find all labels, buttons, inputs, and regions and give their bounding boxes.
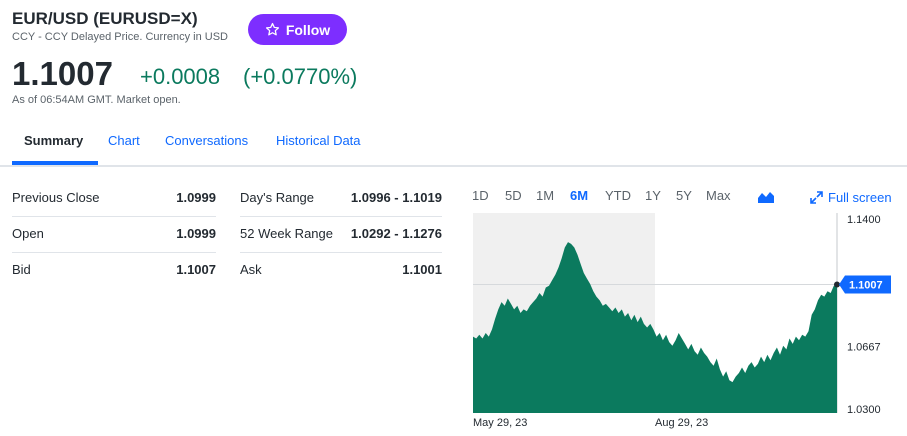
- stat-label: Open: [12, 226, 44, 241]
- current-price-tag-label: 1.1007: [849, 279, 883, 291]
- stat-value: 1.1007: [176, 262, 216, 277]
- full-screen-label: Full screen: [828, 190, 892, 205]
- tab-summary[interactable]: Summary: [24, 133, 83, 148]
- expand-icon: [810, 191, 823, 204]
- star-outline-icon: [265, 22, 279, 36]
- y-tick-label: 1.1400: [847, 214, 881, 226]
- range-1m[interactable]: 1M: [536, 188, 554, 203]
- x-tick-label: May 29, 23: [473, 417, 527, 429]
- stat-label: Day's Range: [240, 190, 315, 205]
- stat-value: 1.0292 - 1.1276: [350, 226, 442, 241]
- follow-button-label: Follow: [285, 21, 331, 38]
- stat-ask: Ask 1.1001: [240, 252, 442, 288]
- stat-value: 1.0996 - 1.1019: [350, 190, 442, 205]
- range-ytd[interactable]: YTD: [605, 188, 631, 203]
- active-tab-indicator: [12, 161, 98, 165]
- stat-bid: Bid 1.1007: [12, 252, 216, 288]
- stat-label: Bid: [12, 262, 31, 277]
- quote-tabs: Summary Chart Conversations Historical D…: [0, 125, 907, 167]
- range-max[interactable]: Max: [706, 188, 731, 203]
- tab-historical-data[interactable]: Historical Data: [276, 133, 361, 148]
- stat-days-range: Day's Range 1.0996 - 1.1019: [240, 180, 442, 217]
- range-1d[interactable]: 1D: [472, 188, 489, 203]
- tab-chart[interactable]: Chart: [108, 133, 140, 148]
- stat-label: 52 Week Range: [240, 226, 333, 241]
- stat-label: Ask: [240, 262, 262, 277]
- stat-52-week-range: 52 Week Range 1.0292 - 1.1276: [240, 216, 442, 253]
- range-1y[interactable]: 1Y: [645, 188, 661, 203]
- tab-conversations[interactable]: Conversations: [165, 133, 248, 148]
- full-screen-button[interactable]: Full screen: [810, 190, 892, 205]
- stat-open: Open 1.0999: [12, 216, 216, 253]
- range-5d[interactable]: 5D: [505, 188, 522, 203]
- y-tick-label: 1.0300: [847, 404, 881, 416]
- follow-button[interactable]: Follow: [248, 14, 347, 45]
- price-area-chart[interactable]: 1.1400 1.0667 1.0300 1.1007 May 29, 23 Aug 29…: [466, 208, 900, 434]
- price-source-note: CCY - CCY Delayed Price. Currency in USD: [12, 31, 228, 43]
- current-price: 1.1007: [12, 55, 113, 92]
- stat-value: 1.0999: [176, 226, 216, 241]
- mountain-chart-icon[interactable]: [757, 190, 775, 204]
- market-status: As of 06:54AM GMT. Market open.: [12, 94, 181, 106]
- stat-label: Previous Close: [12, 190, 100, 205]
- stat-value: 1.0999: [176, 190, 216, 205]
- stat-value: 1.1001: [402, 262, 442, 277]
- stat-previous-close: Previous Close 1.0999: [12, 180, 216, 217]
- price-change-percent: (+0.0770%): [243, 64, 358, 89]
- y-tick-label: 1.0667: [847, 341, 881, 353]
- price-change: +0.0008: [140, 64, 221, 89]
- range-6m[interactable]: 6M: [570, 188, 588, 203]
- page-title: EUR/USD (EURUSD=X): [12, 9, 198, 28]
- x-tick-label: Aug 29, 23: [655, 417, 708, 429]
- range-5y[interactable]: 5Y: [676, 188, 692, 203]
